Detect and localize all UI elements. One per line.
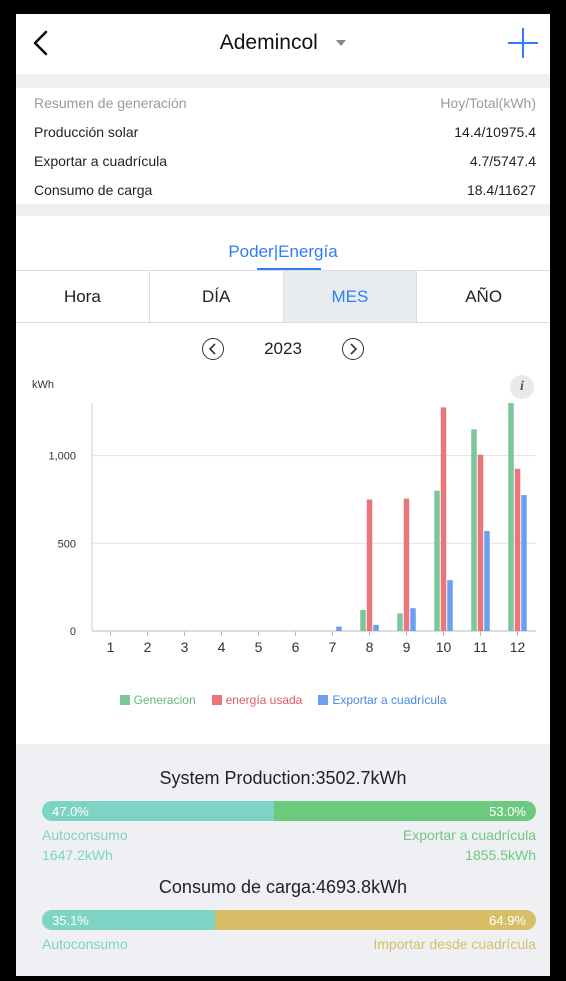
bar-exportar-a-cuadr-cula — [336, 626, 342, 631]
summary-row-export: Exportar a cuadrícula 4.7/5747.4 — [34, 146, 536, 175]
add-icon[interactable] — [508, 28, 538, 58]
x-tick-label: 7 — [329, 639, 337, 655]
view-toggle: Poder|Energía — [16, 216, 550, 270]
x-tick-label: 11 — [473, 639, 488, 655]
chevron-down-icon — [336, 39, 347, 46]
production-left-label: Autoconsumo — [42, 827, 128, 843]
bar-energ-a-usada — [477, 454, 484, 631]
stats-section: System Production:3502.7kWh 47.0% 53.0% … — [16, 744, 550, 976]
consumption-left-label: Autoconsumo — [42, 936, 128, 952]
x-tick-label: 6 — [292, 639, 300, 655]
x-tick-label: 8 — [366, 639, 374, 655]
consumption-bar-self: 35.1% — [42, 910, 216, 930]
production-left-value: 1647.2kWh — [42, 847, 113, 863]
y-tick-label: 0 — [70, 626, 76, 638]
bar-exportar-a-cuadr-cula — [521, 495, 527, 631]
bar-exportar-a-cuadr-cula — [447, 580, 453, 631]
summary-header-label: Resumen de generación — [34, 94, 187, 111]
bar-exportar-a-cuadr-cula — [410, 608, 416, 631]
summary-header: Resumen de generación Hoy/Total(kWh) — [34, 88, 536, 117]
x-tick-label: 1 — [107, 639, 115, 655]
chevron-right-icon — [350, 343, 358, 355]
legend-swatch — [211, 695, 222, 705]
production-right-label: Exportar a cuadrícula — [402, 827, 536, 843]
tab-mes[interactable]: MES — [283, 271, 418, 322]
previous-year-button[interactable] — [202, 338, 225, 360]
next-year-button[interactable] — [341, 338, 364, 360]
bar-generacion — [360, 609, 366, 631]
y-tick-label: 500 — [58, 538, 76, 550]
chevron-left-icon — [208, 343, 216, 355]
page-title: Ademincol — [219, 31, 318, 54]
divider — [16, 74, 550, 88]
x-tick-label: 9 — [403, 639, 411, 655]
bar-generacion — [434, 490, 440, 631]
production-bar-export: 53.0% — [274, 801, 536, 821]
summary-row-label: Producción solar — [34, 123, 139, 140]
energy-chart: kWh i 0 500 1,000 1 2 3 4 5 6 7 8 9 10 11 12 Generacio… — [16, 375, 550, 725]
chart-legend: Generacion energía usada Exportar a cuad… — [16, 693, 550, 707]
production-bar: 47.0% 53.0% — [42, 801, 536, 821]
y-tick-label: 1,000 — [48, 451, 76, 463]
tab-ano[interactable]: AÑO — [417, 271, 550, 322]
plant-selector[interactable]: Ademincol — [16, 31, 550, 55]
summary-row-label: Exportar a cuadrícula — [34, 152, 168, 169]
bar-energ-a-usada — [514, 468, 521, 631]
period-tabs: Hora DÍA MES AÑO — [16, 270, 550, 323]
view-toggle-label[interactable]: Poder|Energía — [228, 242, 337, 261]
tab-hora[interactable]: Hora — [16, 271, 150, 322]
summary-row-load: Consumo de carga 18.4/11627 — [34, 175, 536, 204]
summary-row-value: 18.4/11627 — [466, 181, 536, 198]
bar-generacion — [508, 403, 514, 631]
summary-row-solar: Producción solar 14.4/10975.4 — [34, 117, 536, 146]
year-label: 2023 — [264, 339, 302, 358]
x-tick-label: 10 — [436, 639, 452, 655]
consumption-title: Consumo de carga:4693.8kWh — [158, 877, 408, 897]
legend-label: energía usada — [225, 693, 303, 707]
chart-plot: 05001,0001 2 3 4 5 6 7 8 9 10 11 12 — [48, 403, 536, 655]
x-tick-label: 12 — [510, 639, 526, 655]
consumption-bar-import: 64.9% — [215, 910, 536, 930]
legend-item-used[interactable]: energía usada — [211, 693, 303, 707]
app-screen: Ademincol Resumen de generación Hoy/Tota… — [16, 14, 550, 976]
consumption-labels: Autoconsumo Importar desde cuadrícula — [42, 936, 536, 952]
legend-label: Generacion — [133, 693, 196, 707]
active-underline — [257, 268, 321, 270]
divider — [16, 204, 550, 216]
bar-energ-a-usada — [366, 499, 373, 631]
legend-swatch — [119, 695, 130, 705]
production-right-value: 1855.5kWh — [465, 847, 536, 863]
production-bar-self: 47.0% — [42, 801, 275, 821]
header: Ademincol — [16, 14, 550, 74]
legend-label: Exportar a cuadrícula — [332, 693, 447, 707]
consumption-right-label: Importar desde cuadrícula — [373, 936, 536, 952]
summary-row-value: 4.7/5747.4 — [469, 152, 536, 169]
tab-dia[interactable]: DÍA — [150, 271, 284, 322]
bar-generacion — [397, 613, 403, 631]
bar-energ-a-usada — [403, 498, 410, 631]
bar-exportar-a-cuadr-cula — [373, 624, 379, 631]
generation-summary: Resumen de generación Hoy/Total(kWh) Pro… — [16, 88, 550, 204]
x-tick-label: 4 — [218, 639, 226, 655]
bar-energ-a-usada — [440, 407, 447, 631]
production-labels: Autoconsumo Exportar a cuadrícula — [42, 827, 536, 843]
bar-exportar-a-cuadr-cula — [484, 531, 490, 631]
summary-header-unit: Hoy/Total(kWh) — [440, 94, 536, 111]
bar-generacion — [471, 429, 477, 631]
x-tick-label: 2 — [144, 639, 152, 655]
legend-swatch — [318, 695, 329, 705]
legend-item-generation[interactable]: Generacion — [119, 693, 196, 707]
summary-row-value: 14.4/10975.4 — [454, 123, 536, 140]
year-navigator: 2023 — [16, 323, 550, 375]
summary-row-label: Consumo de carga — [34, 181, 153, 198]
x-tick-label: 3 — [181, 639, 189, 655]
production-values: 1647.2kWh 1855.5kWh — [42, 847, 536, 863]
legend-item-export[interactable]: Exportar a cuadrícula — [318, 693, 446, 707]
production-title: System Production:3502.7kWh — [159, 768, 407, 788]
x-tick-label: 5 — [255, 639, 263, 655]
consumption-bar: 35.1% 64.9% — [42, 910, 536, 930]
